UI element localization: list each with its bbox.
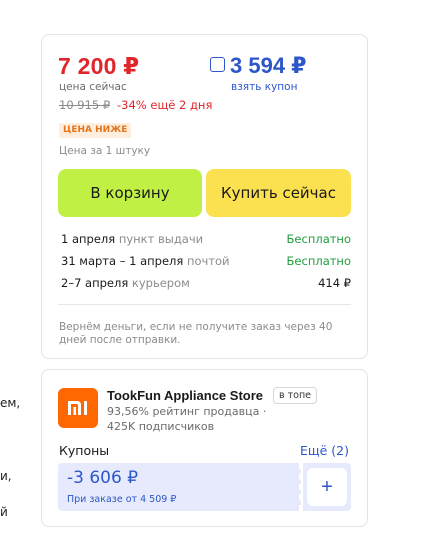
delivery-method: почтой [186,254,230,268]
coupon-add-area: + [303,463,351,511]
price-lower-badge: ЦЕНА НИЖЕ [59,123,132,138]
coupon-amount: -3 606 ₽ [67,468,139,488]
buy-now-button[interactable]: Купить сейчас [206,169,351,217]
current-price: 7 200 ₽ [58,53,140,79]
store-card: TookFun Appliance Store в топе 93,56% ре… [41,369,368,527]
top-seller-badge: в топе [273,387,318,404]
separator-dot: · [262,405,267,418]
delivery-option-post: 31 марта – 1 апреля почтой Бесплатно [61,254,351,268]
add-to-cart-button[interactable]: В корзину [58,169,202,217]
store-rating: 93,56% рейтинг продавца · [107,405,266,418]
add-coupon-button[interactable]: + [307,468,347,506]
old-price: 10 915 ₽ [59,98,111,112]
current-price-label: цена сейчас [59,81,127,93]
price-card: 7 200 ₽ цена сейчас 3 594 ₽ взять купон … [41,34,368,359]
divider [58,304,351,305]
left-text-fragment-1: ем, [0,396,21,410]
delivery-cost: Бесплатно [286,232,351,246]
left-text-fragment-3: й [0,505,8,519]
discount-label: -34% ещё 2 дня [117,98,213,112]
delivery-method: пункт выдачи [118,232,204,246]
delivery-method: курьером [131,276,190,290]
plus-icon: + [321,475,333,498]
more-coupons-link[interactable]: Ещё (2) [300,443,349,458]
delivery-option-courier: 2–7 апреля курьером 414 ₽ [61,276,351,290]
refund-note: Вернём деньги, если не получите заказ че… [59,321,333,346]
coupon-checkbox[interactable] [210,57,225,72]
delivery-cost: Бесплатно [286,254,351,268]
coupon-item[interactable]: -3 606 ₽ При заказе от 4 509 ₽ [58,463,301,511]
delivery-option-pickup: 1 апреля пункт выдачи Бесплатно [61,232,351,246]
left-text-fragment-2: и, [0,469,12,483]
per-unit-note: Цена за 1 штуку [59,145,151,157]
delivery-date: 1 апреля [61,232,116,246]
store-rating-value: 93,56% рейтинг продавца [107,405,260,418]
coupon-price-label[interactable]: взять купон [231,81,297,93]
store-name[interactable]: TookFun Appliance Store [107,388,263,403]
store-subscribers: 425K подписчиков [107,420,215,433]
mi-logo-icon[interactable] [58,388,98,428]
delivery-date: 2–7 апреля [61,276,129,290]
coupon-price[interactable]: 3 594 ₽ [230,53,306,79]
coupons-title: Купоны [59,443,110,458]
delivery-cost: 414 ₽ [318,276,351,290]
coupon-condition: При заказе от 4 509 ₽ [67,494,177,505]
delivery-date: 31 марта – 1 апреля [61,254,184,268]
